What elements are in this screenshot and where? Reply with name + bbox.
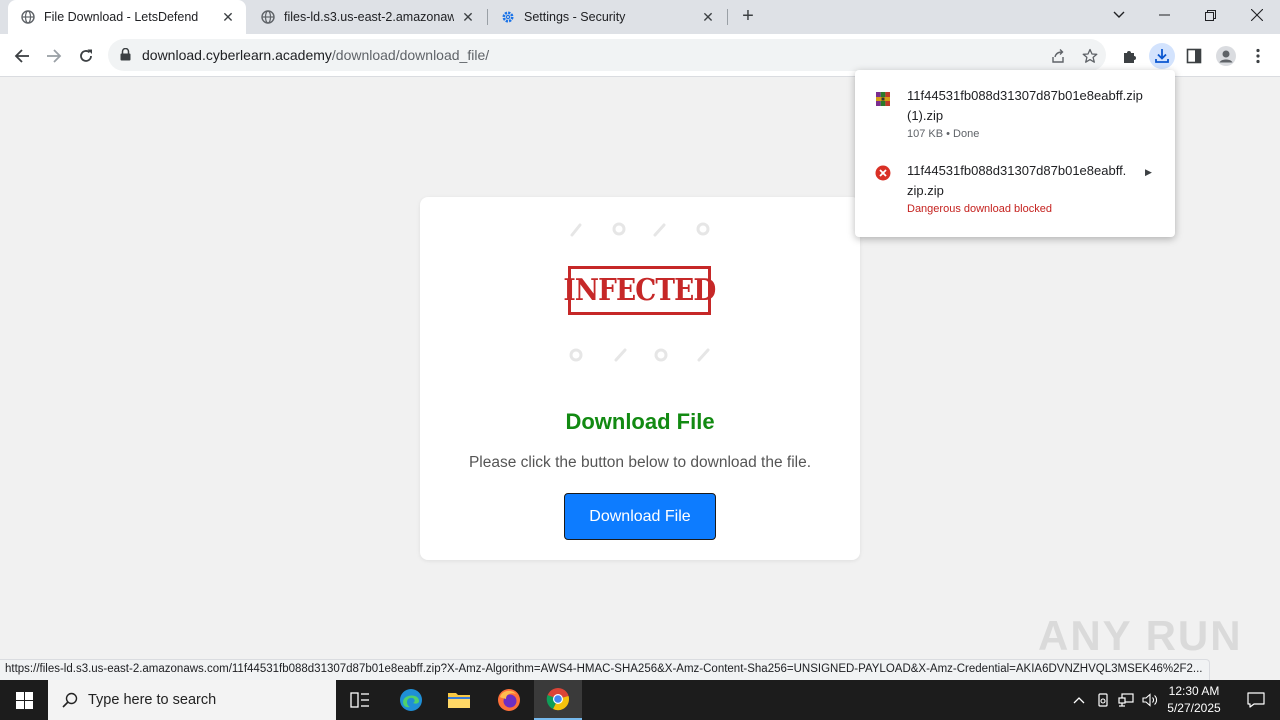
error-icon	[875, 165, 891, 181]
search-icon	[62, 692, 78, 708]
tab-title: File Download - LetsDefend	[44, 10, 199, 24]
filename-line: (1).zip	[907, 108, 944, 123]
new-tab-button[interactable]: +	[737, 5, 759, 27]
start-button[interactable]	[0, 680, 48, 720]
url-host: download.cyberlearn.academy	[142, 47, 332, 63]
close-icon[interactable]: ✕	[700, 9, 716, 25]
search-placeholder: Type here to search	[88, 692, 217, 708]
download-filename: 11f44531fb088d31307d87b01e8eabff.zip (1)…	[907, 86, 1152, 126]
tab-settings-security[interactable]: Settings - Security ✕	[488, 0, 726, 34]
taskbar: Type here to search 12:30 AM 5/27/2025	[0, 680, 1280, 720]
bookmark-star-icon[interactable]	[1081, 47, 1099, 65]
tab-search-chevron-icon[interactable]	[1096, 0, 1142, 30]
url-text: download.cyberlearn.academy/download/dow…	[142, 47, 489, 63]
download-status: 107 KB • Done	[907, 128, 980, 140]
filename-line: 11f44531fb088d31307d87b01e8eabff.zip	[907, 88, 1143, 103]
back-button[interactable]	[8, 42, 36, 70]
tab-title: files-ld.s3.us-east-2.amazonaws.	[284, 10, 454, 24]
status-bar-url: https://files-ld.s3.us-east-2.amazonaws.…	[0, 659, 1210, 680]
edge-icon	[400, 689, 422, 711]
globe-icon	[20, 9, 36, 25]
task-view-button[interactable]	[336, 680, 384, 720]
gear-icon	[500, 9, 516, 25]
edge-app-button[interactable]	[387, 680, 435, 720]
tray-chevron-icon[interactable]	[1068, 680, 1090, 720]
share-icon[interactable]	[1049, 47, 1067, 65]
tab-divider	[727, 9, 728, 25]
restore-button[interactable]	[1187, 0, 1233, 30]
filename-line: zip.zip	[907, 183, 944, 198]
lock-icon[interactable]	[120, 47, 131, 66]
download-icon	[1155, 49, 1169, 63]
tab-strip: File Download - LetsDefend ✕ files-ld.s3…	[0, 0, 1280, 34]
firefox-icon	[498, 689, 520, 711]
menu-kebab-icon[interactable]	[1245, 43, 1271, 69]
taskbar-search[interactable]: Type here to search	[48, 680, 336, 720]
tab-files-ld[interactable]: files-ld.s3.us-east-2.amazonaws. ✕	[248, 0, 486, 34]
close-icon[interactable]: ✕	[220, 9, 236, 25]
page-title: Download File	[565, 409, 715, 434]
folder-icon	[448, 693, 470, 708]
downloads-bubble: 11f44531fb088d31307d87b01e8eabff.zip (1)…	[855, 70, 1175, 237]
download-status-blocked: Dangerous download blocked	[907, 203, 1052, 215]
download-item[interactable]: 11f44531fb088d31307d87b01e8eabff.zip (1)…	[855, 86, 1175, 146]
archive-icon	[875, 91, 891, 107]
url-path: /download/download_file/	[331, 47, 490, 63]
infected-stamp: INFECTED	[564, 266, 716, 315]
close-window-button[interactable]	[1234, 0, 1280, 30]
download-item-blocked[interactable]: 11f44531fb088d31307d87b01e8eabff. zip.zi…	[855, 161, 1175, 221]
chrome-app-button[interactable]	[534, 680, 582, 720]
filename-line: 11f44531fb088d31307d87b01e8eabff.	[907, 163, 1127, 178]
expand-arrow-icon[interactable]: ▶	[1145, 167, 1152, 178]
volume-icon[interactable]	[1139, 680, 1161, 720]
download-file-button[interactable]: Download File	[564, 493, 716, 540]
side-panel-icon[interactable]	[1181, 43, 1207, 69]
chrome-icon	[546, 688, 569, 711]
notification-icon	[1247, 692, 1265, 708]
download-card: INFECTED Download File Please click the …	[420, 197, 860, 560]
profile-avatar-icon[interactable]	[1213, 43, 1239, 69]
forward-button[interactable]	[40, 42, 68, 70]
reload-button[interactable]	[72, 42, 100, 70]
download-filename: 11f44531fb088d31307d87b01e8eabff. zip.zi…	[907, 161, 1152, 201]
extensions-puzzle-icon[interactable]	[1117, 43, 1143, 69]
stamp-text: INFECTED	[563, 273, 717, 308]
device-icon[interactable]	[1092, 680, 1114, 720]
notification-center-button[interactable]	[1232, 680, 1280, 720]
downloads-button[interactable]	[1149, 43, 1175, 69]
close-icon[interactable]: ✕	[460, 9, 476, 25]
network-icon[interactable]	[1115, 680, 1137, 720]
globe-icon	[260, 9, 276, 25]
clock-time: 12:30 AM	[1168, 684, 1220, 698]
tab-title: Settings - Security	[524, 10, 626, 24]
tab-file-download[interactable]: File Download - LetsDefend ✕	[8, 0, 246, 34]
minimize-button[interactable]	[1141, 0, 1187, 30]
task-view-icon	[350, 692, 369, 708]
address-bar[interactable]: download.cyberlearn.academy/download/dow…	[108, 39, 1106, 71]
firefox-app-button[interactable]	[485, 680, 533, 720]
anyrun-watermark: ANY RUN	[1038, 612, 1243, 659]
file-explorer-button[interactable]	[435, 680, 483, 720]
taskbar-clock[interactable]: 12:30 AM 5/27/2025	[1160, 683, 1228, 717]
infected-illustration: INFECTED	[560, 217, 720, 367]
page-subtitle: Please click the button below to downloa…	[468, 454, 812, 471]
windows-logo-icon	[15, 691, 33, 709]
clock-date: 5/27/2025	[1167, 701, 1221, 715]
